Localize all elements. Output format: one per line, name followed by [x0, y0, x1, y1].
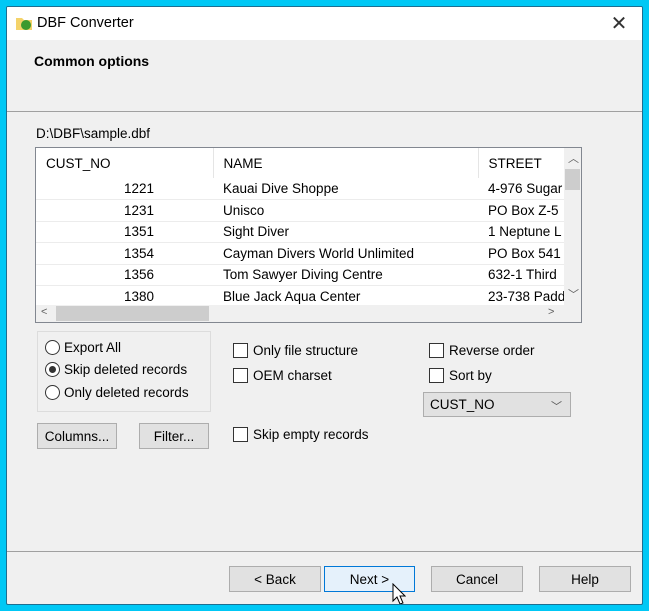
column-header-cust-no[interactable]: CUST_NO [36, 148, 214, 178]
checkbox-box [233, 427, 248, 442]
cell-cust-no: 1231 [36, 199, 213, 222]
radio-export-all[interactable]: Export All [45, 340, 121, 355]
cell-street: 4-976 Sugar [478, 178, 566, 200]
checkbox-label: Sort by [449, 368, 492, 383]
cell-name: Kauai Dive Shoppe [213, 178, 478, 200]
scroll-up-icon[interactable]: ︿ [568, 150, 579, 166]
horizontal-scroll-thumb[interactable] [56, 306, 209, 321]
checkbox-sort-by[interactable]: Sort by [429, 368, 492, 383]
checkbox-oem-charset[interactable]: OEM charset [233, 368, 332, 383]
column-header-street[interactable]: STREET [478, 148, 566, 178]
checkbox-label: Reverse order [449, 343, 535, 358]
cell-cust-no: 1356 [36, 264, 213, 286]
page-title: Common options [34, 53, 150, 69]
cancel-button[interactable]: Cancel [431, 566, 523, 592]
radio-only-deleted[interactable]: Only deleted records [45, 385, 189, 400]
sort-by-value: CUST_NO [430, 397, 495, 412]
column-header-name[interactable]: NAME [213, 148, 479, 178]
scroll-down-icon[interactable]: ﹀ [568, 286, 579, 302]
close-icon: ✕ [610, 13, 628, 35]
cell-street: 632-1 Third [478, 264, 566, 286]
wizard-header: Common options [7, 40, 642, 112]
help-button[interactable]: Help [539, 566, 631, 592]
scrollbar-corner [564, 305, 581, 322]
sort-by-dropdown[interactable]: CUST_NO ﹀ [423, 392, 571, 417]
cell-street: PO Box Z-5 [478, 199, 566, 222]
cell-cust-no: 1221 [36, 178, 213, 200]
grid-header-row: CUST_NO NAME STREET [36, 148, 566, 178]
cell-cust-no: 1380 [36, 285, 213, 308]
table-row[interactable]: 1351 Sight Diver 1 Neptune L [36, 221, 566, 243]
radio-label: Only deleted records [64, 385, 189, 400]
scroll-left-icon[interactable]: < [41, 306, 47, 318]
cell-name: Unisco [213, 199, 478, 222]
cell-street: PO Box 541 [478, 242, 566, 265]
app-folder-icon [16, 18, 32, 30]
radio-indicator-selected [45, 362, 60, 377]
table-row[interactable]: 1356 Tom Sawyer Diving Centre 632-1 Third [36, 264, 566, 286]
close-button[interactable]: ✕ [596, 7, 642, 40]
footer-divider [7, 551, 642, 552]
file-path-label: D:\DBF\sample.dbf [36, 126, 151, 141]
checkbox-box [429, 368, 444, 383]
filter-button[interactable]: Filter... [139, 423, 209, 449]
cell-cust-no: 1351 [36, 221, 213, 243]
checkbox-label: Only file structure [253, 343, 359, 358]
cell-street: 23-738 Padd [478, 285, 566, 308]
checkbox-label: Skip empty records [253, 427, 369, 442]
checkbox-reverse-order[interactable]: Reverse order [429, 343, 535, 358]
table-row[interactable]: 1380 Blue Jack Aqua Center 23-738 Padd [36, 285, 566, 308]
vertical-scrollbar[interactable]: ︿ ﹀ [564, 148, 581, 305]
radio-indicator [45, 340, 60, 355]
checkbox-skip-empty-records[interactable]: Skip empty records [233, 427, 369, 442]
chevron-down-icon: ﹀ [551, 401, 562, 413]
cell-name: Sight Diver [213, 221, 478, 243]
cell-name: Cayman Divers World Unlimited [213, 242, 478, 265]
radio-label: Export All [64, 340, 122, 355]
table-row[interactable]: 1231 Unisco PO Box Z-5 [36, 199, 566, 222]
window-title: DBF Converter [37, 15, 134, 31]
table-row[interactable]: 1221 Kauai Dive Shoppe 4-976 Sugar [36, 178, 566, 200]
radio-indicator [45, 385, 60, 400]
checkbox-only-file-structure[interactable]: Only file structure [233, 343, 358, 358]
horizontal-scrollbar[interactable]: < > [36, 305, 564, 322]
checkbox-box [429, 343, 444, 358]
scroll-right-icon[interactable]: > [548, 306, 554, 318]
mouse-pointer-icon [392, 583, 406, 604]
checkbox-box [233, 343, 248, 358]
vertical-scroll-thumb[interactable] [565, 169, 580, 190]
checkbox-box [233, 368, 248, 383]
title-bar: DBF Converter ✕ [7, 7, 642, 40]
table-row[interactable]: 1354 Cayman Divers World Unlimited PO Box … [36, 242, 566, 265]
cell-cust-no: 1354 [36, 242, 213, 265]
radio-skip-deleted[interactable]: Skip deleted records [45, 362, 187, 377]
columns-button[interactable]: Columns... [37, 423, 117, 449]
checkbox-label: OEM charset [253, 368, 332, 383]
cell-name: Tom Sawyer Diving Centre [213, 264, 478, 286]
export-mode-group: Export All Skip deleted records Only del… [37, 331, 211, 412]
back-button[interactable]: < Back [229, 566, 321, 592]
cell-name: Blue Jack Aqua Center [213, 285, 478, 308]
data-preview-grid[interactable]: CUST_NO NAME STREET 1221 Kauai Dive Shopp… [35, 147, 582, 323]
radio-label: Skip deleted records [64, 362, 188, 377]
dbf-converter-window: DBF Converter ✕ Common options D:\DBF\sa… [6, 6, 643, 605]
cell-street: 1 Neptune L [478, 221, 566, 243]
